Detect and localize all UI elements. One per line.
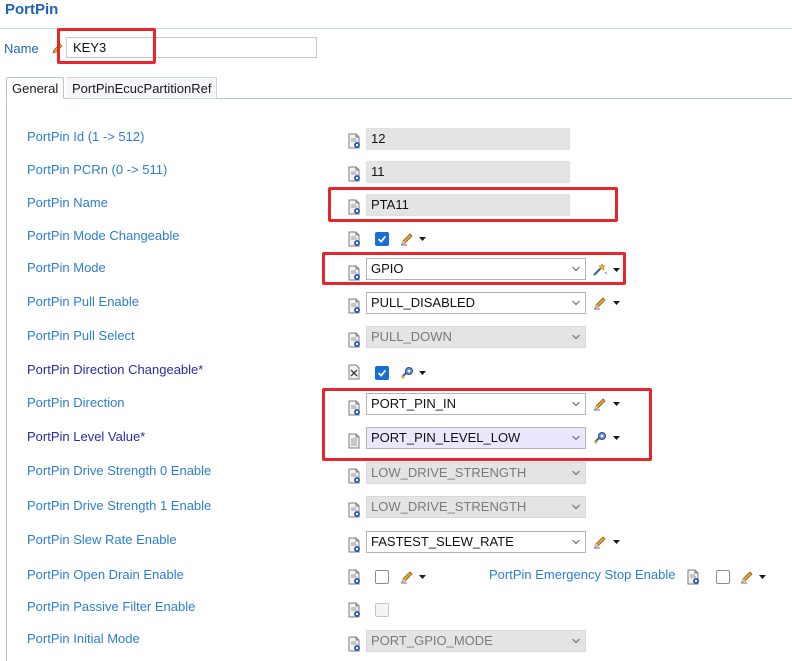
emergency-stop-checkbox[interactable] (716, 570, 730, 584)
pull-enable-dropdown[interactable]: PULL_DISABLED (366, 292, 586, 314)
label-pull-select: PortPin Pull Select (27, 328, 135, 343)
name-label: Name (4, 41, 39, 56)
caret-down-icon[interactable] (612, 300, 621, 306)
parameter-doc-icon (347, 537, 361, 553)
tab-portpin-ecuc-partition-ref[interactable]: PortPinEcucPartitionRef (67, 77, 218, 99)
highlight-box-portpin-mode (322, 252, 626, 285)
mode-changeable-checkbox[interactable] (375, 232, 389, 246)
parameter-doc-icon (347, 502, 361, 518)
check-icon (376, 233, 388, 245)
label-direction-changeable: PortPin Direction Changeable* (27, 362, 204, 377)
label-pull-enable: PortPin Pull Enable (27, 294, 140, 309)
parameter-doc-icon (347, 602, 361, 618)
page-title: PortPin (5, 1, 59, 18)
caret-down-icon[interactable] (418, 574, 427, 580)
label-open-drain: PortPin Open Drain Enable (27, 567, 184, 582)
label-level-value: PortPin Level Value* (27, 429, 146, 444)
parameter-doc-icon (686, 569, 700, 585)
chevron-down-icon (570, 466, 582, 480)
label-drive-strength-1: PortPin Drive Strength 1 Enable (27, 498, 212, 513)
parameter-doc-icon (347, 569, 361, 585)
drive-strength-0-dropdown: LOW_DRIVE_STRENGTH (366, 462, 586, 484)
parameter-doc-icon (347, 166, 361, 182)
chevron-down-icon (570, 330, 582, 344)
slew-rate-dropdown[interactable]: FASTEST_SLEW_RATE (366, 531, 586, 553)
parameter-doc-icon (347, 298, 361, 314)
highlight-box-name (57, 28, 156, 64)
chevron-down-icon (570, 500, 582, 514)
pull-select-value: PULL_DOWN (371, 329, 452, 344)
pencil-icon[interactable] (399, 570, 415, 584)
drive-strength-0-value: LOW_DRIVE_STRENGTH (371, 465, 527, 480)
portpin-pcrn-field[interactable]: 11 (366, 161, 570, 183)
label-portpin-name: PortPin Name (27, 195, 108, 210)
label-portpin-id: PortPin Id (1 -> 512) (27, 129, 145, 144)
label-portpin-mode: PortPin Mode (27, 260, 106, 275)
caret-down-icon[interactable] (418, 236, 427, 242)
pencil-icon[interactable] (592, 535, 608, 549)
pencil-icon[interactable] (739, 570, 755, 584)
drive-strength-1-dropdown: LOW_DRIVE_STRENGTH (366, 496, 586, 518)
caret-down-icon[interactable] (418, 370, 427, 376)
caret-down-icon[interactable] (758, 574, 767, 580)
drive-strength-1-value: LOW_DRIVE_STRENGTH (371, 499, 527, 514)
chevron-down-icon (570, 634, 582, 648)
slew-rate-value: FASTEST_SLEW_RATE (371, 534, 514, 549)
parameter-doc-icon (347, 133, 361, 149)
label-portpin-pcrn: PortPin PCRn (0 -> 511) (27, 162, 168, 177)
highlight-box-direction-level (322, 388, 652, 461)
label-drive-strength-0: PortPin Drive Strength 0 Enable (27, 463, 212, 478)
pencil-icon[interactable] (399, 232, 415, 246)
label-portpin-direction: PortPin Direction (27, 395, 125, 410)
initial-mode-value: PORT_GPIO_MODE (371, 633, 493, 648)
gear-wrench-icon[interactable] (399, 366, 415, 380)
pull-enable-value: PULL_DISABLED (371, 295, 476, 310)
chevron-down-icon (570, 535, 582, 549)
parameter-doc-icon (347, 332, 361, 348)
pencil-icon[interactable] (592, 296, 608, 310)
pull-select-dropdown: PULL_DOWN (366, 326, 586, 348)
label-initial-mode: PortPin Initial Mode (27, 631, 140, 646)
passive-filter-checkbox (375, 603, 389, 617)
highlight-box-portpin-name (328, 187, 618, 222)
portpin-id-field[interactable]: 12 (366, 128, 570, 150)
direction-changeable-checkbox[interactable] (375, 366, 389, 380)
parameter-doc-icon (347, 231, 361, 247)
label-mode-changeable: PortPin Mode Changeable (27, 228, 180, 243)
tab-general[interactable]: General (6, 77, 65, 99)
check-icon (376, 367, 388, 379)
label-slew-rate: PortPin Slew Rate Enable (27, 532, 177, 547)
parameter-doc-icon (347, 636, 361, 652)
caret-down-icon[interactable] (612, 539, 621, 545)
label-emergency-stop: PortPin Emergency Stop Enable (489, 567, 676, 582)
chevron-down-icon (570, 296, 582, 310)
parameter-x-doc-icon (347, 364, 361, 380)
initial-mode-dropdown: PORT_GPIO_MODE (366, 630, 586, 652)
parameter-doc-icon (347, 468, 361, 484)
label-passive-filter: PortPin Passive Filter Enable (27, 599, 196, 614)
open-drain-checkbox[interactable] (375, 570, 389, 584)
